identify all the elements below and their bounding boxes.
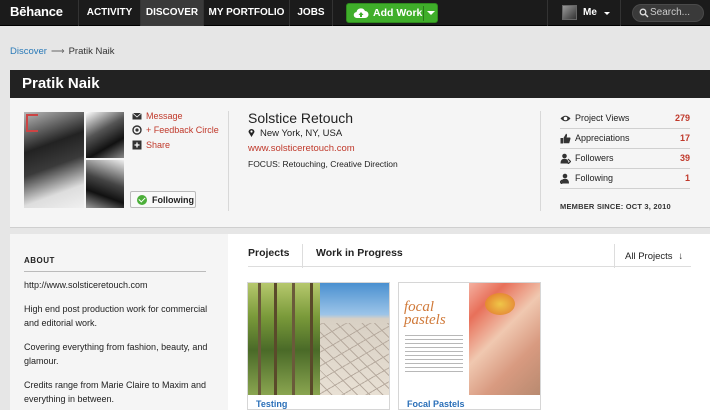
envelope-icon: [132, 112, 142, 120]
tab-projects[interactable]: Projects: [248, 247, 289, 259]
feedback-circle-link[interactable]: + Feedback Circle: [132, 125, 242, 137]
stat-label: Following: [575, 173, 614, 183]
nav-jobs[interactable]: JOBS: [289, 0, 333, 26]
project-thumbnail[interactable]: focal pastels: [399, 283, 540, 395]
all-projects-label: All Projects: [625, 251, 673, 262]
website-link[interactable]: www.solsticeretouch.com: [248, 143, 355, 154]
beauty-portrait-image: [469, 283, 540, 395]
company-name: Solstice Retouch: [248, 110, 354, 126]
search-placeholder: Search...: [650, 7, 691, 18]
circle-icon: [132, 125, 142, 135]
share-label: Share: [146, 140, 171, 150]
cover-text-block: [405, 335, 463, 375]
search-input[interactable]: Search...: [632, 4, 704, 22]
following-icon: [560, 173, 569, 184]
feedback-circle-label: + Feedback Circle: [146, 125, 219, 135]
nav-divider: [620, 0, 621, 26]
nav-discover[interactable]: DISCOVER: [140, 0, 203, 26]
divider: [540, 111, 541, 211]
profile-photo-thumb: [86, 160, 124, 208]
project-thumbnail[interactable]: [248, 283, 389, 395]
chevron-down-icon[interactable]: [604, 12, 610, 15]
message-link[interactable]: Message: [132, 111, 242, 123]
about-paragraph: Credits range from Marie Claire to Maxim…: [24, 380, 207, 404]
nav-my-portfolio[interactable]: MY PORTFOLIO: [203, 0, 289, 26]
stat-label: Followers: [575, 153, 614, 163]
focal-pastels-cover: focal pastels: [399, 283, 469, 395]
about-paragraph: Covering everything from fashion, beauty…: [24, 342, 208, 366]
about-url: http://www.solsticeretouch.com: [24, 280, 148, 290]
about-paragraph: High end post production work for commer…: [24, 304, 208, 328]
stat-label: Appreciations: [575, 133, 630, 143]
stat-value: 279: [674, 113, 690, 123]
search-icon: [639, 8, 649, 18]
check-icon: [137, 195, 147, 205]
profile-photo-collage[interactable]: [24, 112, 124, 208]
stat-appreciations: Appreciations 17: [560, 129, 690, 149]
nav-activity[interactable]: ACTIVITY: [78, 0, 140, 26]
project-card[interactable]: Testing: [247, 282, 390, 410]
stat-followers: Followers 39: [560, 149, 690, 169]
cracked-earth-image: [320, 283, 389, 395]
cloud-upload-icon: [353, 8, 369, 19]
behance-logo[interactable]: Bēhance: [10, 4, 63, 19]
project-title[interactable]: Focal Pastels: [407, 399, 465, 409]
filter-divider: [614, 244, 615, 268]
add-work-label: Add Work: [373, 7, 423, 19]
divider: [228, 111, 229, 211]
profile-header: Pratik Naik: [10, 70, 710, 98]
project-card[interactable]: focal pastels Focal Pastels: [398, 282, 541, 410]
location: New York, NY, USA: [248, 128, 342, 139]
stat-value: 1: [684, 173, 690, 183]
stat-label: Project Views: [575, 113, 630, 123]
profile-name: Pratik Naik: [22, 75, 100, 92]
chevron-down-icon[interactable]: [427, 11, 435, 15]
add-work-button[interactable]: Add Work: [346, 3, 438, 23]
member-since: MEMBER SINCE: OCT 3, 2010: [560, 202, 671, 211]
stat-following: Following 1: [560, 169, 690, 189]
location-text: New York, NY, USA: [260, 128, 343, 139]
focus-text: FOCUS: Retouching, Creative Direction: [248, 159, 398, 169]
tab-divider: [302, 244, 303, 268]
tab-work-in-progress[interactable]: Work in Progress: [316, 247, 403, 259]
breadcrumb-discover[interactable]: Discover: [10, 46, 47, 57]
profile-photo-thumb: [86, 112, 124, 158]
add-work-divider: [423, 6, 424, 21]
eye-icon: [560, 115, 571, 122]
breadcrumb-current: Pratik Naik: [68, 46, 115, 57]
location-pin-icon: [248, 129, 255, 137]
stat-value: 39: [679, 153, 690, 163]
profile-photo-main: [24, 112, 84, 208]
tab-underline: [248, 266, 691, 267]
cover-title: focal pastels: [404, 299, 446, 328]
thumbs-up-icon: [560, 133, 571, 144]
stat-value: 17: [679, 133, 690, 143]
breadcrumb: Discover ⟶ Pratik Naik: [10, 46, 115, 57]
share-link[interactable]: Share: [132, 140, 242, 152]
all-projects-dropdown[interactable]: All Projects ↓: [625, 251, 683, 262]
message-label: Message: [146, 111, 183, 121]
following-label: Following: [152, 195, 194, 205]
avatar[interactable]: [562, 5, 577, 20]
nav-divider: [547, 0, 548, 26]
following-button[interactable]: Following: [130, 191, 196, 208]
arrow-down-icon: ↓: [678, 251, 684, 262]
breadcrumb-arrow: ⟶: [50, 46, 65, 57]
top-nav: Bēhance ACTIVITY DISCOVER MY PORTFOLIO J…: [0, 0, 710, 26]
project-title[interactable]: Testing: [256, 399, 287, 409]
followers-icon: [560, 153, 571, 164]
about-heading: ABOUT: [24, 256, 206, 272]
me-menu[interactable]: Me: [583, 0, 597, 26]
plus-box-icon: [132, 140, 142, 150]
forest-image: [248, 283, 320, 395]
stat-project-views: Project Views 279: [560, 109, 690, 129]
